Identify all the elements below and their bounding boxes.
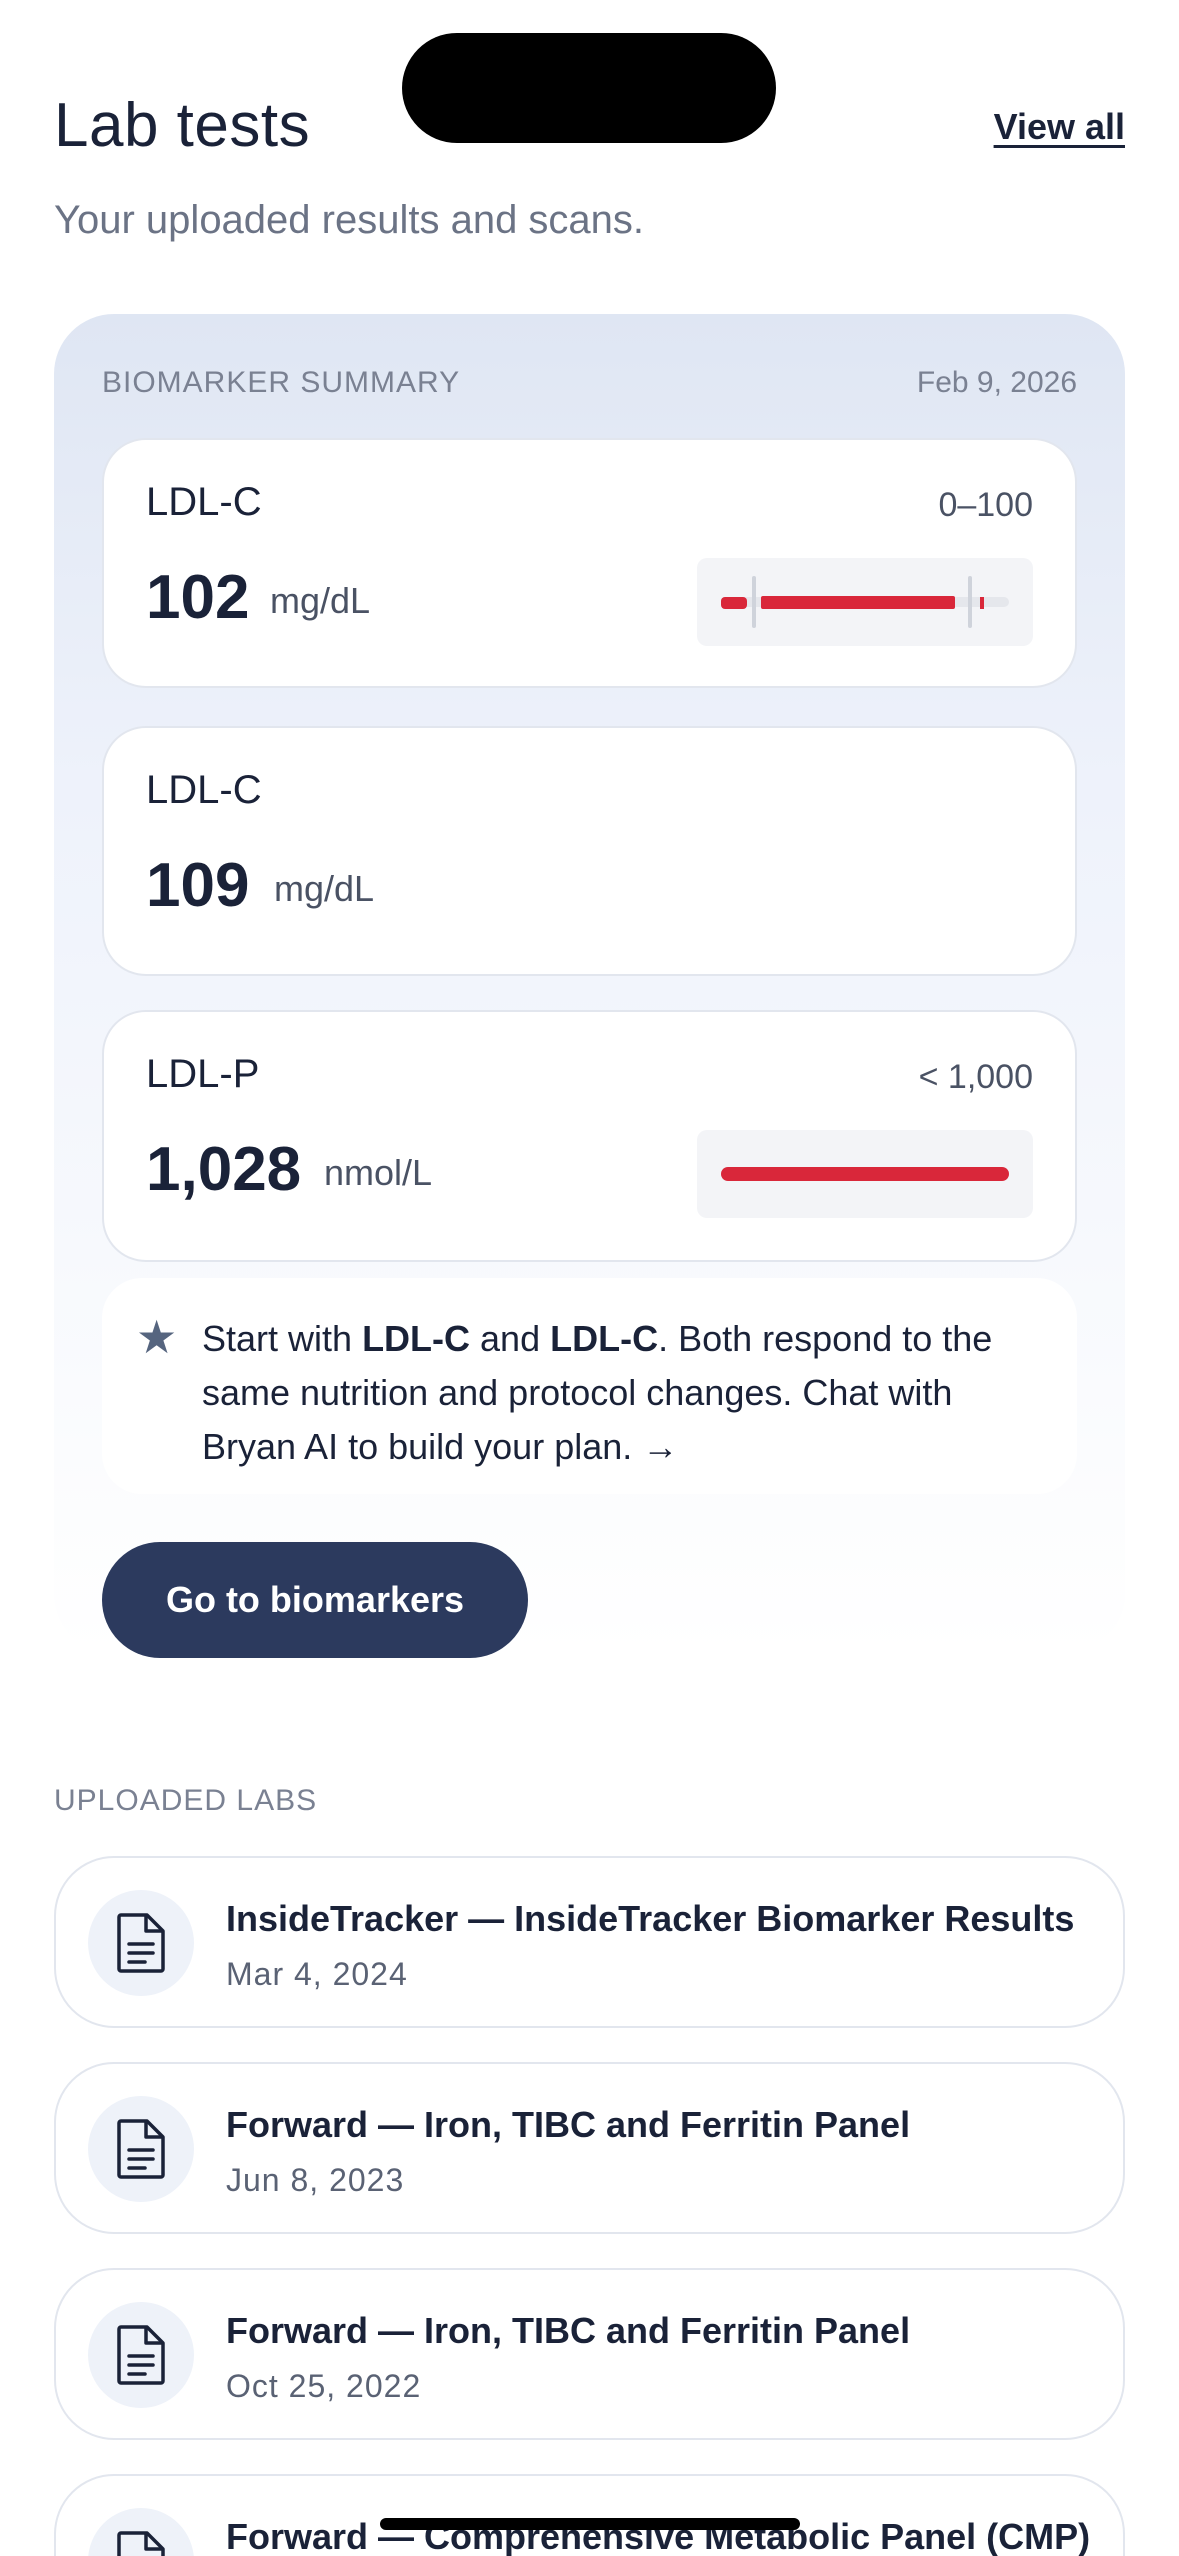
biomarker-unit: nmol/L [324,1152,433,1193]
lab-title: Forward — Iron, TIBC and Ferritin Panel [226,2310,911,2351]
biomarker-range: 0–100 [938,486,1033,524]
biomarker-value: 1,028 [146,1135,302,1204]
tip-text-part: and [470,1318,551,1359]
tip-biomarker-2: LDL-C [550,1318,659,1359]
lab-item[interactable]: Forward — Comprehensive Metabolic Panel … [54,2474,1125,2556]
lab-item[interactable]: Forward — Iron, TIBC and Ferritin Panel … [54,2062,1125,2234]
biomarker-card-ldl-p[interactable]: LDL-P < 1,000 1,028 nmol/L [102,1010,1077,1262]
lab-title: Forward — Iron, TIBC and Ferritin Panel [226,2104,911,2145]
biomarker-value: 102 [146,563,250,632]
tip-biomarker-1: LDL-C [362,1318,471,1359]
page-title: Lab tests [54,91,311,160]
lab-tests-screen: Lab tests View all Your uploaded results… [0,0,1179,2556]
lab-date: Oct 25, 2022 [226,2368,422,2404]
home-indicator[interactable] [380,2518,800,2530]
range-bar [697,1130,1033,1218]
document-icon [88,2508,194,2556]
document-icon [88,1890,194,1996]
biomarker-card-ldl-c[interactable]: LDL-C 0–100 102 mg/dL [102,438,1077,688]
lab-item[interactable]: Forward — Iron, TIBC and Ferritin Panel … [54,2268,1125,2440]
range-bar-graphic [721,576,1009,628]
tip-text-part: Start with [202,1318,363,1359]
biomarker-summary-card: BIOMARKER SUMMARY Feb 9, 2026 LDL-C 0–10… [54,314,1125,1658]
biomarker-unit: mg/dL [274,868,375,909]
biomarker-unit: mg/dL [270,580,371,621]
biomarker-card-ldl-c-2[interactable]: LDL-C 109 mg/dL [102,726,1077,976]
star-icon: ★ [136,1311,178,1363]
lab-title: InsideTracker — InsideTracker Biomarker … [226,1898,1075,1939]
range-bar-graphic [721,1167,1009,1181]
summary-header: BIOMARKER SUMMARY Feb 9, 2026 [102,366,1077,406]
summary-label: BIOMARKER SUMMARY [102,366,461,399]
lab-date: Jun 8, 2023 [226,2162,405,2198]
uploaded-labs-label: UPLOADED LABS [54,1784,318,1817]
recommendation-tip[interactable]: ★ Start with LDL-C and LDL-C. Both respo… [102,1278,1077,1494]
biomarker-name: LDL-C [146,768,262,812]
view-all-link[interactable]: View all [994,106,1125,148]
document-icon [88,2096,194,2202]
lab-item[interactable]: InsideTracker — InsideTracker Biomarker … [54,1856,1125,2028]
document-icon [88,2302,194,2408]
biomarker-range: < 1,000 [918,1058,1033,1096]
page-header: Lab tests View all [54,90,1125,170]
biomarker-value: 109 [146,851,250,920]
range-bar [697,558,1033,646]
biomarker-name: LDL-C [146,480,262,524]
tip-text: Start with LDL-C and LDL-C. Both respond… [202,1312,1007,1474]
biomarker-name: LDL-P [146,1052,260,1096]
summary-date: Feb 9, 2026 [916,366,1077,399]
go-to-biomarkers-button[interactable]: Go to biomarkers [102,1542,528,1658]
lab-date: Mar 4, 2024 [226,1956,408,1992]
page-subtitle: Your uploaded results and scans. [54,198,645,242]
